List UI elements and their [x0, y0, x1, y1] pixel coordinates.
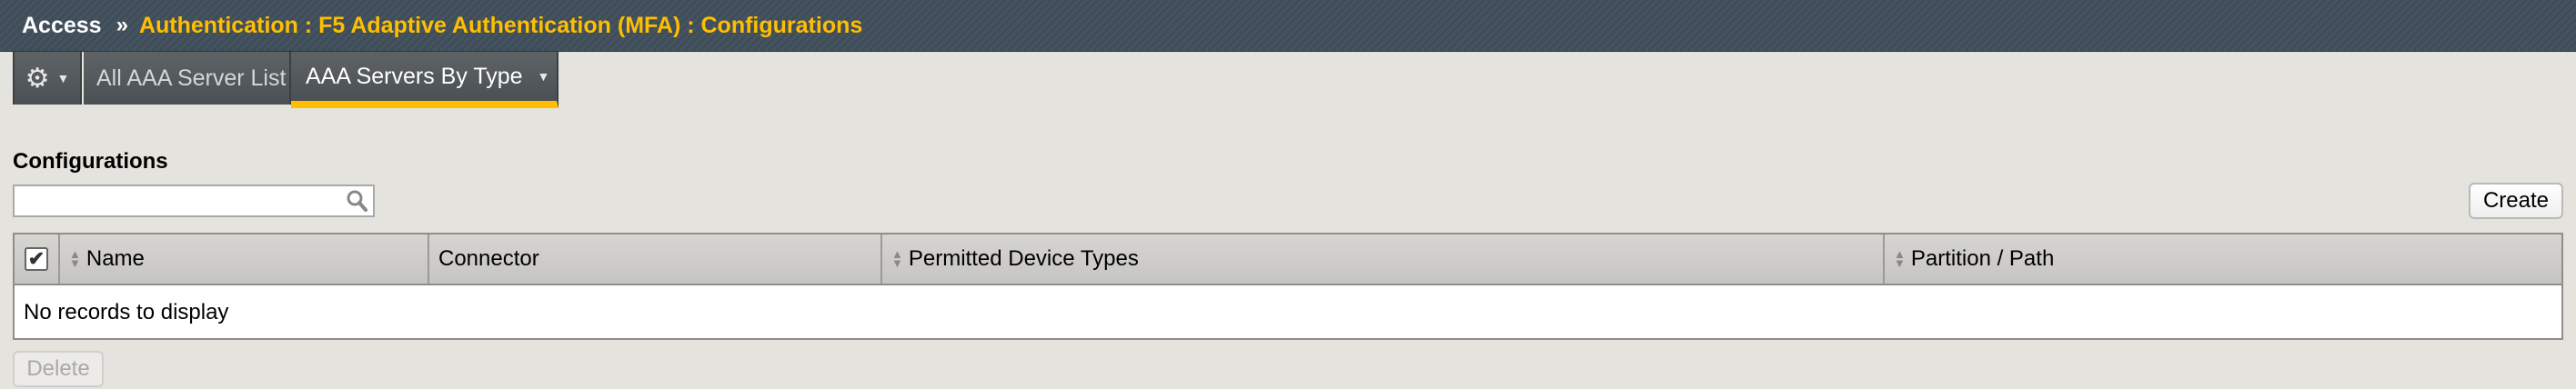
tab-all-aaa-server-list[interactable]: All AAA Server List — [84, 52, 291, 105]
table-header: ✔ ▲ ▼ Name Connector ▲ ▼ Permitted Device … — [15, 234, 2561, 285]
settings-menu-tab[interactable]: ⚙ ▼ — [13, 52, 82, 105]
column-label: Partition / Path — [1910, 246, 2055, 271]
gear-icon: ⚙ — [25, 63, 50, 94]
chevron-down-icon: ▼ — [56, 71, 70, 85]
create-button[interactable]: Create — [2469, 183, 2563, 219]
configurations-table: ✔ ▲ ▼ Name Connector ▲ ▼ Permitted Device … — [13, 233, 2563, 340]
tab-label: All AAA Server List — [96, 65, 287, 91]
search-icon[interactable] — [346, 189, 367, 213]
column-header-partition-path[interactable]: ▲ ▼ Partition / Path — [1885, 234, 2561, 284]
sort-icon: ▲ ▼ — [1894, 247, 1906, 270]
search-input[interactable] — [20, 187, 342, 216]
tab-strip: ⚙ ▼ All AAA Server List AAA Servers By T… — [0, 52, 2576, 108]
column-label: Name — [86, 246, 145, 271]
breadcrumb-root[interactable]: Access — [22, 13, 102, 39]
tab-aaa-servers-by-type[interactable]: AAA Servers By Type ▼ — [291, 52, 558, 108]
chevron-down-icon: ▼ — [537, 69, 550, 84]
column-header-permitted-device-types[interactable]: ▲ ▼ Permitted Device Types — [882, 234, 1885, 284]
tab-label: AAA Servers By Type — [306, 63, 523, 89]
breadcrumb-bar: Access » Authentication : F5 Adaptive Au… — [0, 0, 2576, 52]
select-all-cell: ✔ — [15, 234, 60, 284]
empty-table-message: No records to display — [24, 300, 229, 324]
breadcrumb-path: Authentication : F5 Adaptive Authenticat… — [138, 12, 863, 38]
delete-button[interactable]: Delete — [13, 351, 104, 387]
section-title: Configurations — [13, 149, 168, 174]
search-box — [13, 185, 375, 217]
column-header-name[interactable]: ▲ ▼ Name — [60, 234, 429, 284]
select-all-checkbox[interactable]: ✔ — [25, 247, 48, 271]
sort-icon: ▲ ▼ — [69, 247, 81, 270]
breadcrumb-separator: » — [116, 13, 128, 37]
sort-icon: ▲ ▼ — [891, 247, 903, 270]
column-label: Connector — [438, 246, 539, 271]
column-label: Permitted Device Types — [908, 246, 1139, 271]
column-header-connector: Connector — [429, 234, 882, 284]
